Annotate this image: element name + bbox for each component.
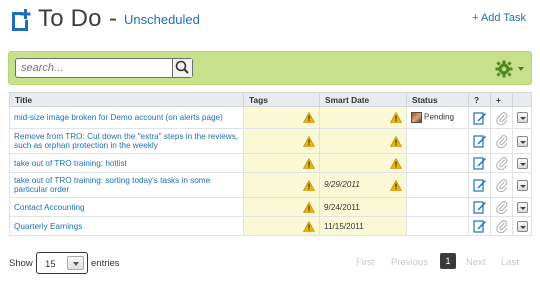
- pager-last[interactable]: Last: [501, 257, 519, 268]
- status-cell[interactable]: [406, 216, 469, 236]
- edit-icon[interactable]: [472, 200, 487, 214]
- search-input[interactable]: [21, 61, 169, 75]
- warning-icon: [390, 157, 402, 169]
- view-filter-link[interactable]: Unscheduled: [124, 12, 200, 27]
- table-row: take out of TRO training: sorting today'…: [9, 172, 532, 198]
- column-header-status[interactable]: Status: [406, 92, 469, 107]
- row-menu-icon[interactable]: [516, 112, 528, 123]
- column-header-add[interactable]: +: [490, 92, 513, 107]
- task-title-link[interactable]: mid-size image broken for Demo account (…: [14, 113, 223, 122]
- smart-date-cell[interactable]: 9/29/2011: [319, 172, 407, 198]
- search-icon: [175, 60, 189, 74]
- page-title: To Do: [38, 5, 102, 32]
- column-header-tags[interactable]: Tags: [243, 92, 320, 107]
- table-row: Remove from TRO: Cut down the "extra" st…: [9, 128, 532, 154]
- warning-icon: [303, 157, 315, 169]
- add-todo-icon: [12, 9, 31, 31]
- toolbar: [8, 51, 532, 85]
- entries-value: 15: [45, 259, 56, 270]
- entries-label: entries: [91, 258, 120, 269]
- edit-icon[interactable]: [472, 111, 487, 125]
- table-footer: Show 15 entries First Previous 1 Next La…: [0, 246, 540, 276]
- chevron-down-icon[interactable]: [67, 256, 84, 270]
- search-box: [15, 58, 193, 78]
- tags-cell[interactable]: [243, 128, 320, 154]
- warning-icon: [303, 201, 315, 213]
- status-text: Pending: [424, 112, 455, 122]
- task-title-link[interactable]: Contact Accounting: [14, 203, 85, 212]
- pager-next[interactable]: Next: [466, 257, 486, 268]
- search-button[interactable]: [172, 59, 192, 77]
- tags-cell[interactable]: [243, 172, 320, 198]
- column-header-help[interactable]: ?: [468, 92, 491, 107]
- attach-icon[interactable]: [495, 200, 508, 214]
- attach-icon[interactable]: [495, 111, 508, 125]
- table-row: mid-size image broken for Demo account (…: [9, 106, 532, 129]
- smart-date-cell[interactable]: 9/24/2011: [319, 197, 407, 217]
- edit-icon[interactable]: [472, 219, 487, 233]
- chevron-down-icon[interactable]: [518, 67, 524, 71]
- smart-date-cell[interactable]: [319, 153, 407, 173]
- status-cell[interactable]: [406, 153, 469, 173]
- show-label: Show: [9, 258, 33, 269]
- tags-cell[interactable]: [243, 153, 320, 173]
- tags-cell[interactable]: [243, 106, 320, 129]
- warning-icon: [303, 179, 315, 191]
- smart-date-cell[interactable]: [319, 128, 407, 154]
- row-menu-icon[interactable]: [516, 179, 528, 191]
- pager-previous[interactable]: Previous: [391, 257, 428, 268]
- warning-icon: [390, 179, 402, 191]
- edit-icon[interactable]: [472, 134, 487, 148]
- table-row: Quarterly Earnings 11/15/2011: [9, 216, 532, 236]
- tags-cell[interactable]: [243, 216, 320, 236]
- edit-icon[interactable]: [472, 156, 487, 170]
- task-title-link[interactable]: Remove from TRO: Cut down the "extra" st…: [14, 132, 238, 150]
- row-menu-icon[interactable]: [516, 157, 528, 169]
- warning-icon: [303, 112, 315, 123]
- gear-icon[interactable]: [495, 60, 513, 78]
- pager-current-page[interactable]: 1: [440, 253, 456, 269]
- pager-first[interactable]: First: [356, 257, 374, 268]
- title-separator: -: [109, 5, 117, 32]
- smart-date-cell[interactable]: [319, 106, 407, 129]
- table-header-row: Title Tags Smart Date Status ? +: [9, 92, 532, 107]
- avatar: [411, 112, 422, 123]
- status-cell[interactable]: [406, 128, 469, 154]
- tags-cell[interactable]: [243, 197, 320, 217]
- row-menu-icon[interactable]: [516, 201, 528, 213]
- attach-icon[interactable]: [495, 178, 508, 192]
- warning-icon: [390, 112, 402, 123]
- edit-icon[interactable]: [472, 178, 487, 192]
- add-task-link[interactable]: + Add Task: [472, 12, 526, 24]
- warning-icon: [303, 135, 315, 147]
- task-title-link[interactable]: take out of TRO training: hotlist: [14, 159, 127, 168]
- warning-icon: [303, 220, 315, 232]
- entries-select[interactable]: 15: [36, 252, 88, 274]
- page-header: To Do - Unscheduled + Add Task: [0, 0, 540, 42]
- status-cell[interactable]: Pending: [406, 106, 469, 129]
- warning-icon: [390, 135, 402, 147]
- attach-icon[interactable]: [495, 156, 508, 170]
- smart-date-cell[interactable]: 11/15/2011: [319, 216, 407, 236]
- task-table: Title Tags Smart Date Status ? + mid-siz…: [9, 92, 532, 236]
- row-menu-icon[interactable]: [516, 220, 528, 232]
- status-cell[interactable]: [406, 172, 469, 198]
- row-menu-icon[interactable]: [516, 135, 528, 147]
- attach-icon[interactable]: [495, 219, 508, 233]
- table-row: Contact Accounting 9/24/2011: [9, 197, 532, 217]
- task-title-link[interactable]: Quarterly Earnings: [14, 222, 82, 231]
- column-header-title[interactable]: Title: [9, 92, 244, 107]
- task-title-link[interactable]: take out of TRO training: sorting today'…: [14, 176, 210, 194]
- table-row: take out of TRO training: hotlist: [9, 153, 532, 173]
- status-cell[interactable]: [406, 197, 469, 217]
- attach-icon[interactable]: [495, 134, 508, 148]
- column-header-smart-date[interactable]: Smart Date: [319, 92, 407, 107]
- column-header-menu: [512, 92, 532, 107]
